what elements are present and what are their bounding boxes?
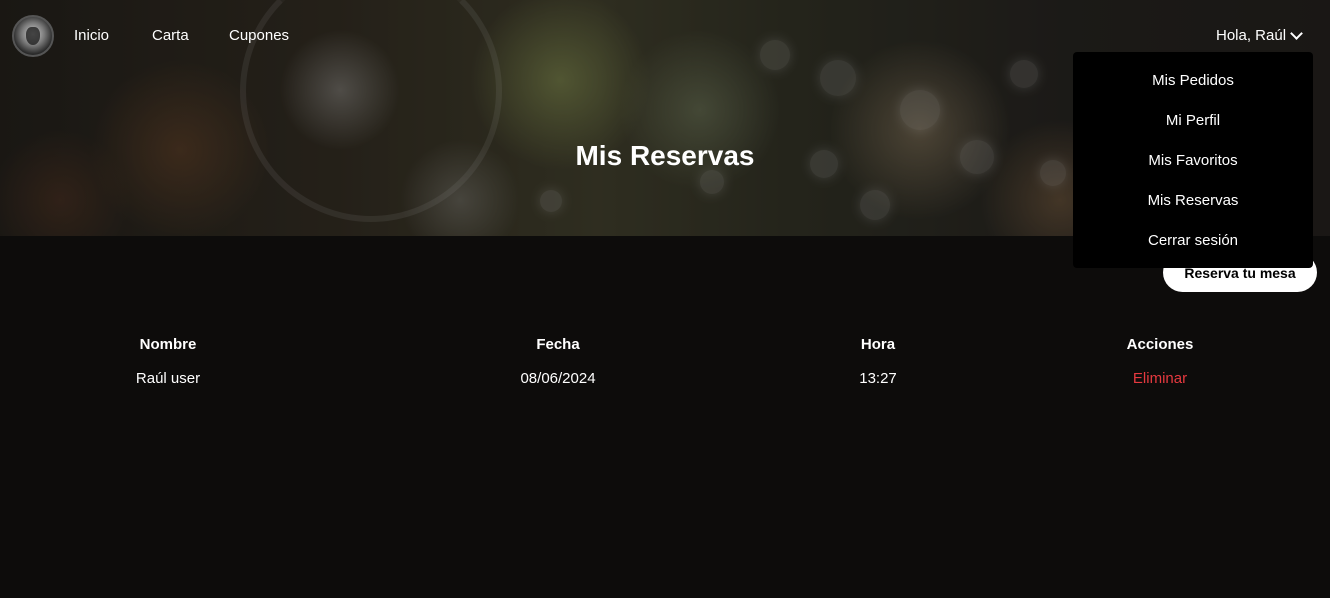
column-header-hora: Hora bbox=[860, 336, 896, 353]
menu-item-mis-favoritos[interactable]: Mis Favoritos bbox=[1073, 152, 1313, 169]
user-dropdown-menu: Mis Pedidos Mi Perfil Mis Favoritos Mis … bbox=[1073, 52, 1313, 268]
cell-hora: 13:27 bbox=[859, 370, 897, 387]
column-header-acciones: Acciones bbox=[1126, 336, 1194, 353]
delete-reservation-link[interactable]: Eliminar bbox=[1133, 370, 1187, 387]
cell-fecha: 08/06/2024 bbox=[520, 370, 596, 387]
nav-link-inicio[interactable]: Inicio bbox=[74, 27, 109, 44]
menu-item-mis-reservas[interactable]: Mis Reservas bbox=[1073, 192, 1313, 209]
menu-item-mi-perfil[interactable]: Mi Perfil bbox=[1073, 112, 1313, 129]
cell-nombre: Raúl user bbox=[135, 370, 201, 387]
chevron-down-icon bbox=[1290, 27, 1303, 40]
user-greeting: Hola, Raúl bbox=[1216, 27, 1287, 44]
column-header-nombre: Nombre bbox=[139, 336, 197, 353]
menu-item-mis-pedidos[interactable]: Mis Pedidos bbox=[1073, 72, 1313, 89]
user-menu-toggle[interactable]: Hola, Raúl bbox=[1216, 27, 1303, 44]
column-header-fecha: Fecha bbox=[536, 336, 580, 353]
nav-link-cupones[interactable]: Cupones bbox=[229, 27, 289, 44]
nav-link-carta[interactable]: Carta bbox=[152, 27, 189, 44]
menu-item-cerrar-sesion[interactable]: Cerrar sesión bbox=[1073, 232, 1313, 249]
logo-icon[interactable] bbox=[12, 15, 54, 57]
